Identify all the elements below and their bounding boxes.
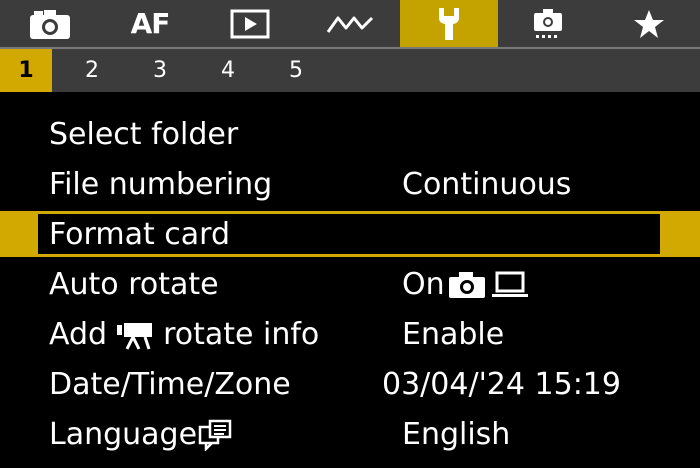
menu-item-label: Language [49, 417, 198, 452]
menu-item-auto-rotate[interactable]: Auto rotate On [0, 260, 700, 310]
menu-item-label-suffix: rotate info [163, 317, 320, 352]
menu-item-value: English [402, 417, 511, 452]
tab-custom[interactable] [498, 0, 598, 47]
language-icon [198, 419, 232, 451]
menu-item-label-prefix: Add [49, 317, 108, 352]
tab-wireless[interactable] [300, 0, 400, 47]
tab-af[interactable]: AF [100, 0, 200, 47]
menu-tab-bar: AF [0, 0, 700, 47]
computer-icon [491, 271, 528, 297]
menu-item-language[interactable]: Language English [0, 410, 700, 460]
menu-item-label: Format card [49, 217, 230, 252]
wrench-icon [439, 7, 459, 40]
menu-item-date-time-zone[interactable]: Date/Time/Zone 03/04/'24 15:19 [0, 360, 700, 410]
menu-item-label: Select folder [49, 117, 239, 152]
menu-item-label: File numbering [49, 167, 273, 202]
tab-setup[interactable] [400, 0, 498, 47]
page-tab-4[interactable]: 4 [202, 49, 254, 92]
menu-item-value: On [402, 267, 445, 302]
page-tab-1[interactable]: 1 [0, 49, 52, 92]
menu-item-add-rotate-info[interactable]: Add rotate info Enable [0, 310, 700, 360]
wireless-icon [326, 16, 374, 33]
tab-af-label: AF [130, 7, 171, 40]
movie-camera-icon [117, 323, 153, 350]
star-icon [634, 9, 664, 38]
menu-item-select-folder[interactable]: Select folder [0, 110, 700, 160]
camera-icon [448, 272, 485, 298]
menu-item-value: 03/04/'24 15:19 [382, 367, 621, 402]
custom-function-icon [534, 8, 562, 38]
play-icon [230, 9, 270, 38]
menu-item-file-numbering[interactable]: File numbering Continuous [0, 160, 700, 210]
menu-item-label: Auto rotate [49, 267, 219, 302]
menu-item-format-card[interactable]: Format card [0, 210, 700, 260]
menu-item-value-group: On [402, 264, 529, 306]
menu-item-label: Date/Time/Zone [49, 367, 291, 402]
tab-shooting[interactable] [0, 0, 100, 47]
tab-mymenu[interactable] [598, 0, 700, 47]
page-tab-5[interactable]: 5 [270, 49, 322, 92]
menu-item-label-group: Language [49, 414, 232, 456]
menu-item-value: Continuous [402, 167, 572, 202]
tab-playback[interactable] [200, 0, 300, 47]
page-tab-2[interactable]: 2 [66, 49, 118, 92]
camera-icon [30, 9, 70, 39]
page-indicator-row: 1 2 3 4 5 [0, 47, 700, 92]
page-tab-3[interactable]: 3 [134, 49, 186, 92]
menu-item-label-group: Add rotate info [49, 314, 319, 356]
menu-item-value: Enable [402, 317, 505, 352]
